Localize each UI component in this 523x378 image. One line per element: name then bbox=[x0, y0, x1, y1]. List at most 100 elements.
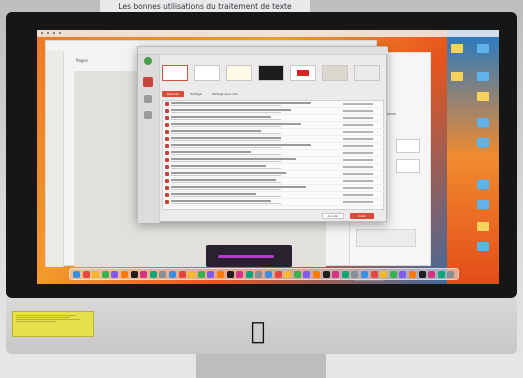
dock-app-icon[interactable] bbox=[437, 271, 445, 278]
list-item[interactable] bbox=[163, 185, 385, 192]
list-item[interactable] bbox=[163, 136, 385, 143]
dock-app-icon[interactable] bbox=[351, 271, 359, 278]
panel-button[interactable] bbox=[396, 159, 420, 173]
folder-icon[interactable] bbox=[451, 72, 463, 81]
doc-sidebar[interactable] bbox=[46, 51, 64, 267]
folder-icon[interactable] bbox=[477, 44, 489, 53]
dock-app-icon[interactable] bbox=[73, 271, 80, 278]
templates-icon[interactable] bbox=[143, 77, 153, 87]
dock-app-icon[interactable] bbox=[389, 271, 397, 278]
folder-icon[interactable] bbox=[477, 72, 489, 81]
dock-app-icon[interactable] bbox=[284, 271, 292, 278]
tab-shared-with-me[interactable]: Partagé avec moi bbox=[208, 91, 242, 97]
dock-app-icon[interactable] bbox=[274, 271, 282, 278]
dock-app-icon[interactable] bbox=[322, 271, 330, 278]
dock-app-icon[interactable] bbox=[130, 271, 138, 278]
folder-icon[interactable] bbox=[477, 138, 489, 147]
folder-icon[interactable] bbox=[451, 44, 463, 53]
dock-app-icon[interactable] bbox=[245, 271, 253, 278]
document-list[interactable] bbox=[162, 100, 385, 210]
dock-app-icon[interactable] bbox=[332, 271, 340, 278]
template-thumb[interactable] bbox=[162, 65, 188, 81]
dock-app-icon[interactable] bbox=[226, 271, 234, 278]
folder-icon[interactable] bbox=[477, 222, 489, 231]
list-item[interactable] bbox=[163, 122, 385, 129]
dock-app-icon[interactable] bbox=[111, 271, 119, 278]
tab-recent[interactable]: Récents bbox=[162, 91, 184, 97]
folder-icon[interactable] bbox=[477, 118, 489, 127]
dock-app-icon[interactable] bbox=[169, 271, 176, 278]
dock-app-icon[interactable] bbox=[370, 271, 378, 278]
recent-icon[interactable] bbox=[144, 95, 152, 103]
list-item[interactable] bbox=[163, 178, 385, 185]
list-item[interactable] bbox=[163, 171, 385, 178]
dock-app-icon[interactable] bbox=[361, 271, 368, 278]
folder-icon[interactable] bbox=[477, 92, 489, 101]
folder-icon[interactable] bbox=[477, 200, 489, 209]
dock-app-icon[interactable] bbox=[236, 271, 244, 278]
list-item[interactable] bbox=[163, 108, 385, 115]
template-thumb[interactable] bbox=[322, 65, 348, 81]
dock-app-icon[interactable] bbox=[447, 271, 455, 278]
dock-app-icon[interactable] bbox=[293, 271, 301, 278]
template-thumb[interactable] bbox=[258, 65, 284, 81]
dock-app-icon[interactable] bbox=[121, 271, 128, 278]
dock-app-icon[interactable] bbox=[197, 271, 205, 278]
template-thumb[interactable] bbox=[290, 65, 316, 81]
menu-bar[interactable] bbox=[37, 30, 499, 37]
list-item[interactable] bbox=[163, 164, 385, 171]
dock-app-icon[interactable] bbox=[409, 271, 416, 278]
dock-app-icon[interactable] bbox=[82, 271, 90, 278]
dock-app-icon[interactable] bbox=[149, 271, 157, 278]
item-detail bbox=[171, 181, 281, 183]
dock-app-icon[interactable] bbox=[207, 271, 215, 278]
dock-app-icon[interactable] bbox=[140, 271, 148, 278]
dock-app-icon[interactable] bbox=[101, 271, 109, 278]
dock-app-icon[interactable] bbox=[313, 271, 320, 278]
item-name bbox=[171, 171, 286, 174]
list-item[interactable] bbox=[163, 115, 385, 122]
dock-app-icon[interactable] bbox=[92, 271, 100, 278]
menu-item[interactable] bbox=[47, 32, 49, 34]
folder-icon[interactable] bbox=[477, 180, 489, 189]
panel-button[interactable] bbox=[396, 139, 420, 153]
cancel-button[interactable]: Annuler bbox=[322, 213, 344, 219]
folder-icon[interactable] bbox=[477, 242, 489, 251]
list-item[interactable] bbox=[163, 101, 385, 108]
dock-app-icon[interactable] bbox=[188, 271, 196, 278]
template-thumb[interactable] bbox=[194, 65, 220, 81]
shared-icon[interactable] bbox=[144, 111, 152, 119]
dock-app-icon[interactable] bbox=[303, 271, 311, 278]
list-item[interactable] bbox=[163, 129, 385, 136]
dock-app-icon[interactable] bbox=[399, 271, 407, 278]
list-item[interactable] bbox=[163, 192, 385, 199]
dock-app-icon[interactable] bbox=[217, 271, 224, 278]
dock-app-icon[interactable] bbox=[341, 271, 349, 278]
dialog-sidebar[interactable] bbox=[138, 55, 160, 223]
document-icon bbox=[165, 109, 169, 113]
tab-bar[interactable]: Récents Partagé Partagé avec moi bbox=[162, 91, 242, 97]
dock-app-icon[interactable] bbox=[380, 271, 388, 278]
list-item[interactable] bbox=[163, 199, 385, 206]
dock[interactable] bbox=[69, 268, 459, 280]
menu-item[interactable] bbox=[59, 32, 61, 34]
item-name bbox=[171, 192, 256, 195]
menu-item[interactable] bbox=[53, 32, 55, 34]
create-button[interactable]: Créer bbox=[350, 213, 374, 219]
item-date bbox=[343, 103, 373, 105]
list-item[interactable] bbox=[163, 150, 385, 157]
dock-app-icon[interactable] bbox=[159, 271, 167, 278]
dock-app-icon[interactable] bbox=[428, 271, 436, 278]
menu-item[interactable] bbox=[41, 32, 43, 34]
template-thumb[interactable] bbox=[354, 65, 380, 81]
template-dialog[interactable]: Récents Partagé Partagé avec moi Annuler… bbox=[137, 46, 388, 223]
dock-app-icon[interactable] bbox=[178, 271, 186, 278]
new-icon[interactable] bbox=[144, 57, 152, 65]
template-thumb[interactable] bbox=[226, 65, 252, 81]
tab-shared[interactable]: Partagé bbox=[186, 91, 206, 97]
list-item[interactable] bbox=[163, 143, 385, 150]
list-item[interactable] bbox=[163, 157, 385, 164]
dock-app-icon[interactable] bbox=[418, 271, 426, 278]
dock-app-icon[interactable] bbox=[255, 271, 263, 278]
dock-app-icon[interactable] bbox=[265, 271, 272, 278]
